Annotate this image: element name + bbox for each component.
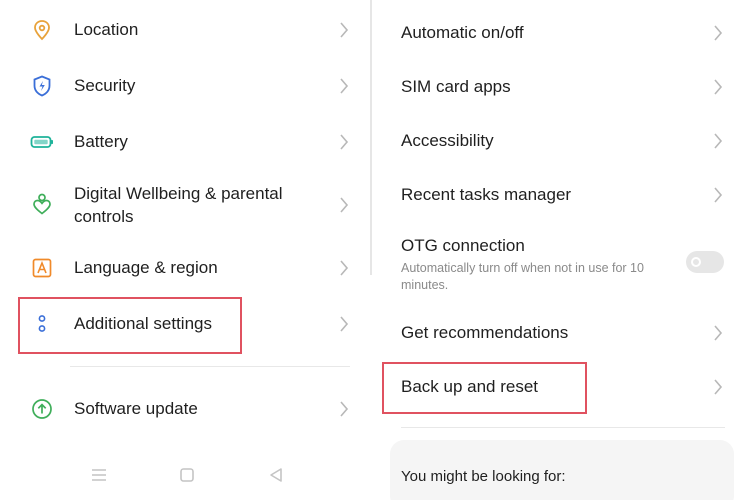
settings-item-recent-tasks-manager[interactable]: Recent tasks manager (376, 183, 750, 207)
location-pin-icon (34, 20, 50, 41)
otg-connection-toggle[interactable] (686, 251, 724, 273)
chevron-right-icon (714, 379, 723, 395)
chevron-right-icon (340, 134, 349, 150)
update-arrow-icon (32, 399, 52, 419)
highlight-box-additional-settings (18, 297, 242, 354)
settings-item-label: Security (74, 76, 136, 95)
highlight-box-back-up-and-reset (382, 362, 587, 414)
chevron-right-icon (714, 25, 723, 41)
settings-list-left: Location Security Battery Digital Wellbe… (0, 0, 370, 500)
settings-item-automatic-on-off[interactable]: Automatic on/off (376, 21, 750, 45)
settings-item-language-region[interactable]: Language & region (0, 256, 370, 280)
chevron-right-icon (340, 22, 349, 38)
list-divider (401, 427, 725, 428)
settings-item-otg-connection: OTG connection Automatically turn off wh… (376, 234, 750, 294)
settings-item-label: SIM card apps (401, 77, 511, 96)
language-a-icon (32, 258, 52, 278)
settings-item-label: Software update (74, 399, 198, 418)
settings-item-location[interactable]: Location (0, 18, 370, 42)
settings-item-label: Automatic on/off (401, 23, 524, 42)
settings-list-right: Automatic on/off SIM card apps Accessibi… (376, 0, 750, 500)
chevron-right-icon (340, 316, 349, 332)
suggestions-card: You might be looking for: (390, 440, 734, 500)
settings-item-label: Battery (74, 132, 128, 151)
settings-item-label: Get recommendations (401, 323, 569, 342)
settings-item-sim-card-apps[interactable]: SIM card apps (376, 75, 750, 99)
back-triangle-icon[interactable] (267, 467, 285, 483)
chevron-right-icon (714, 133, 723, 149)
settings-item-label: Recent tasks manager (401, 185, 572, 204)
settings-item-label: Language & region (74, 258, 218, 277)
home-square-icon[interactable] (178, 467, 196, 483)
settings-item-label: Accessibility (401, 131, 494, 150)
suggestions-card-title: You might be looking for: (401, 468, 566, 485)
settings-item-software-update[interactable]: Software update (0, 397, 370, 421)
toggle-knob (691, 257, 701, 267)
menu-lines-icon[interactable] (90, 467, 108, 483)
settings-item-label: Digital Wellbeing & parental (74, 184, 283, 203)
battery-icon (30, 136, 53, 148)
settings-item-get-recommendations[interactable]: Get recommendations (376, 321, 750, 345)
chevron-right-icon (340, 78, 349, 94)
chevron-right-icon (714, 79, 723, 95)
settings-item-digital-wellbeing[interactable]: Digital Wellbeing & parental controls (0, 182, 370, 228)
chevron-right-icon (340, 401, 349, 417)
settings-item-label-continued: controls (74, 207, 134, 226)
settings-item-security[interactable]: Security (0, 74, 370, 98)
settings-item-accessibility[interactable]: Accessibility (376, 129, 750, 153)
wellbeing-heart-icon (33, 193, 51, 215)
settings-item-label: Location (74, 20, 139, 39)
settings-item-label: OTG connection (401, 236, 525, 255)
chevron-right-icon (714, 325, 723, 341)
chevron-right-icon (340, 260, 349, 276)
settings-item-battery[interactable]: Battery (0, 130, 370, 154)
panel-divider (370, 0, 372, 275)
chevron-right-icon (714, 187, 723, 203)
chevron-right-icon (340, 197, 349, 213)
shield-icon (33, 75, 51, 97)
settings-item-description: Automatically turn off when not in use f… (401, 261, 644, 292)
list-divider (70, 366, 350, 367)
